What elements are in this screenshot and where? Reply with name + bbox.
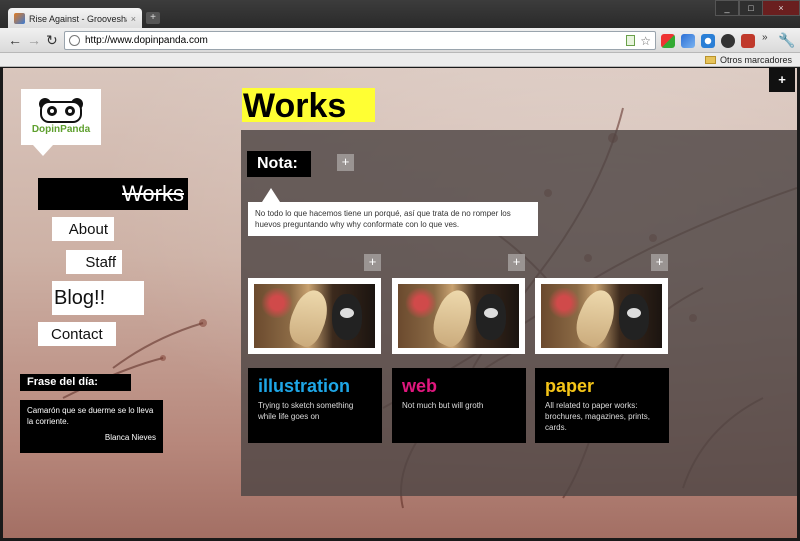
paper-thumbnail-image <box>541 284 662 348</box>
logo-text: DopinPanda <box>31 124 91 135</box>
close-window-button[interactable]: × <box>762 0 800 16</box>
tab-favicon-icon <box>14 13 25 24</box>
other-bookmarks-label: Otros marcadores <box>719 55 792 65</box>
web-title[interactable]: web <box>402 376 516 396</box>
nav-works[interactable]: Works <box>38 178 188 210</box>
minimize-button[interactable]: _ <box>715 0 739 16</box>
nota-add-button[interactable]: + <box>337 154 354 171</box>
folder-icon <box>704 56 716 64</box>
new-tab-button[interactable]: + <box>146 12 160 24</box>
address-bar[interactable]: http://www.dopinpanda.com ☆ <box>64 31 656 50</box>
illustration-card[interactable]: illustration Trying to sketch something … <box>248 368 382 443</box>
nav-about[interactable]: About <box>52 217 114 241</box>
wrench-icon[interactable]: 🔧 <box>778 33 795 47</box>
tab-close-icon[interactable]: × <box>131 14 136 24</box>
illustration-description: Trying to sketch something while life go… <box>258 401 354 421</box>
works-panel: Nota: + No todo lo que hacemos tiene un … <box>241 130 797 496</box>
web-card[interactable]: web Not much but will groth <box>392 368 526 443</box>
dopinpanda-logo[interactable]: DopinPanda <box>21 89 101 145</box>
illustration-thumbnail[interactable] <box>248 278 381 354</box>
panda-icon <box>39 98 83 123</box>
illustration-title[interactable]: illustration <box>258 376 372 396</box>
nota-label: Nota: <box>247 151 311 177</box>
browser-tab[interactable]: Rise Against - Grooveshark × <box>8 8 142 29</box>
other-bookmarks[interactable]: Otros marcadores <box>704 53 792 67</box>
nav-staff[interactable]: Staff <box>66 250 122 274</box>
web-thumbnail[interactable] <box>392 278 525 354</box>
mail-icon[interactable] <box>741 34 755 48</box>
frase-del-dia-box: Camarón que se duerme se lo lleva la cor… <box>20 400 163 453</box>
paper-add-button[interactable]: + <box>651 254 668 271</box>
url-text[interactable]: http://www.dopinpanda.com <box>85 35 626 46</box>
web-thumbnail-image <box>398 284 519 348</box>
page-title: Works <box>242 88 375 124</box>
bookmarks-bar: Otros marcadores <box>0 53 800 67</box>
frase-author: Blanca Nieves <box>104 433 156 442</box>
illustration-add-button[interactable]: + <box>364 254 381 271</box>
nota-speech-tail <box>262 188 280 202</box>
back-arrow-icon[interactable]: ← <box>8 33 22 47</box>
feed-icon[interactable] <box>701 34 715 48</box>
paper-description: All related to paper works: brochures, m… <box>545 401 650 432</box>
browser-toolbar: ← → ↻ http://www.dopinpanda.com ☆ » 🔧 <box>0 28 800 53</box>
globe-icon <box>69 35 80 46</box>
page-icon[interactable] <box>626 35 636 46</box>
translate-icon[interactable] <box>681 34 695 48</box>
maximize-button[interactable]: □ <box>739 0 763 16</box>
nav-blog[interactable]: Blog!! <box>52 281 144 315</box>
paper-thumbnail[interactable] <box>535 278 668 354</box>
corner-plus-button[interactable]: + <box>769 68 795 92</box>
web-description: Not much but will groth <box>402 401 484 410</box>
frase-quote: Camarón que se duerme se lo lleva la cor… <box>27 406 154 426</box>
reload-icon[interactable]: ↻ <box>46 33 58 47</box>
frase-del-dia-title: Frase del día: <box>20 374 131 391</box>
web-page: + DopinPanda Works About Staff Blog!! Co… <box>3 68 797 538</box>
nota-text: No todo lo que hacemos tiene un porqué, … <box>248 202 538 236</box>
browser-titlebar: Rise Against - Grooveshark × + _ □ × <box>0 0 800 29</box>
web-add-button[interactable]: + <box>508 254 525 271</box>
illustration-thumbnail-image <box>254 284 375 348</box>
nav-works-label: Works <box>122 181 184 206</box>
star-icon[interactable]: ☆ <box>640 34 651 48</box>
tab-title: Rise Against - Grooveshark <box>29 13 127 24</box>
extension-icon[interactable] <box>661 34 675 48</box>
paper-card[interactable]: paper All related to paper works: brochu… <box>535 368 669 443</box>
bug-icon[interactable] <box>721 34 735 48</box>
forward-arrow-icon[interactable]: → <box>27 33 41 47</box>
paper-title[interactable]: paper <box>545 376 659 396</box>
nav-contact[interactable]: Contact <box>38 322 116 346</box>
logo-speech-tail <box>33 145 53 156</box>
chevron-icon[interactable]: » <box>762 31 768 45</box>
